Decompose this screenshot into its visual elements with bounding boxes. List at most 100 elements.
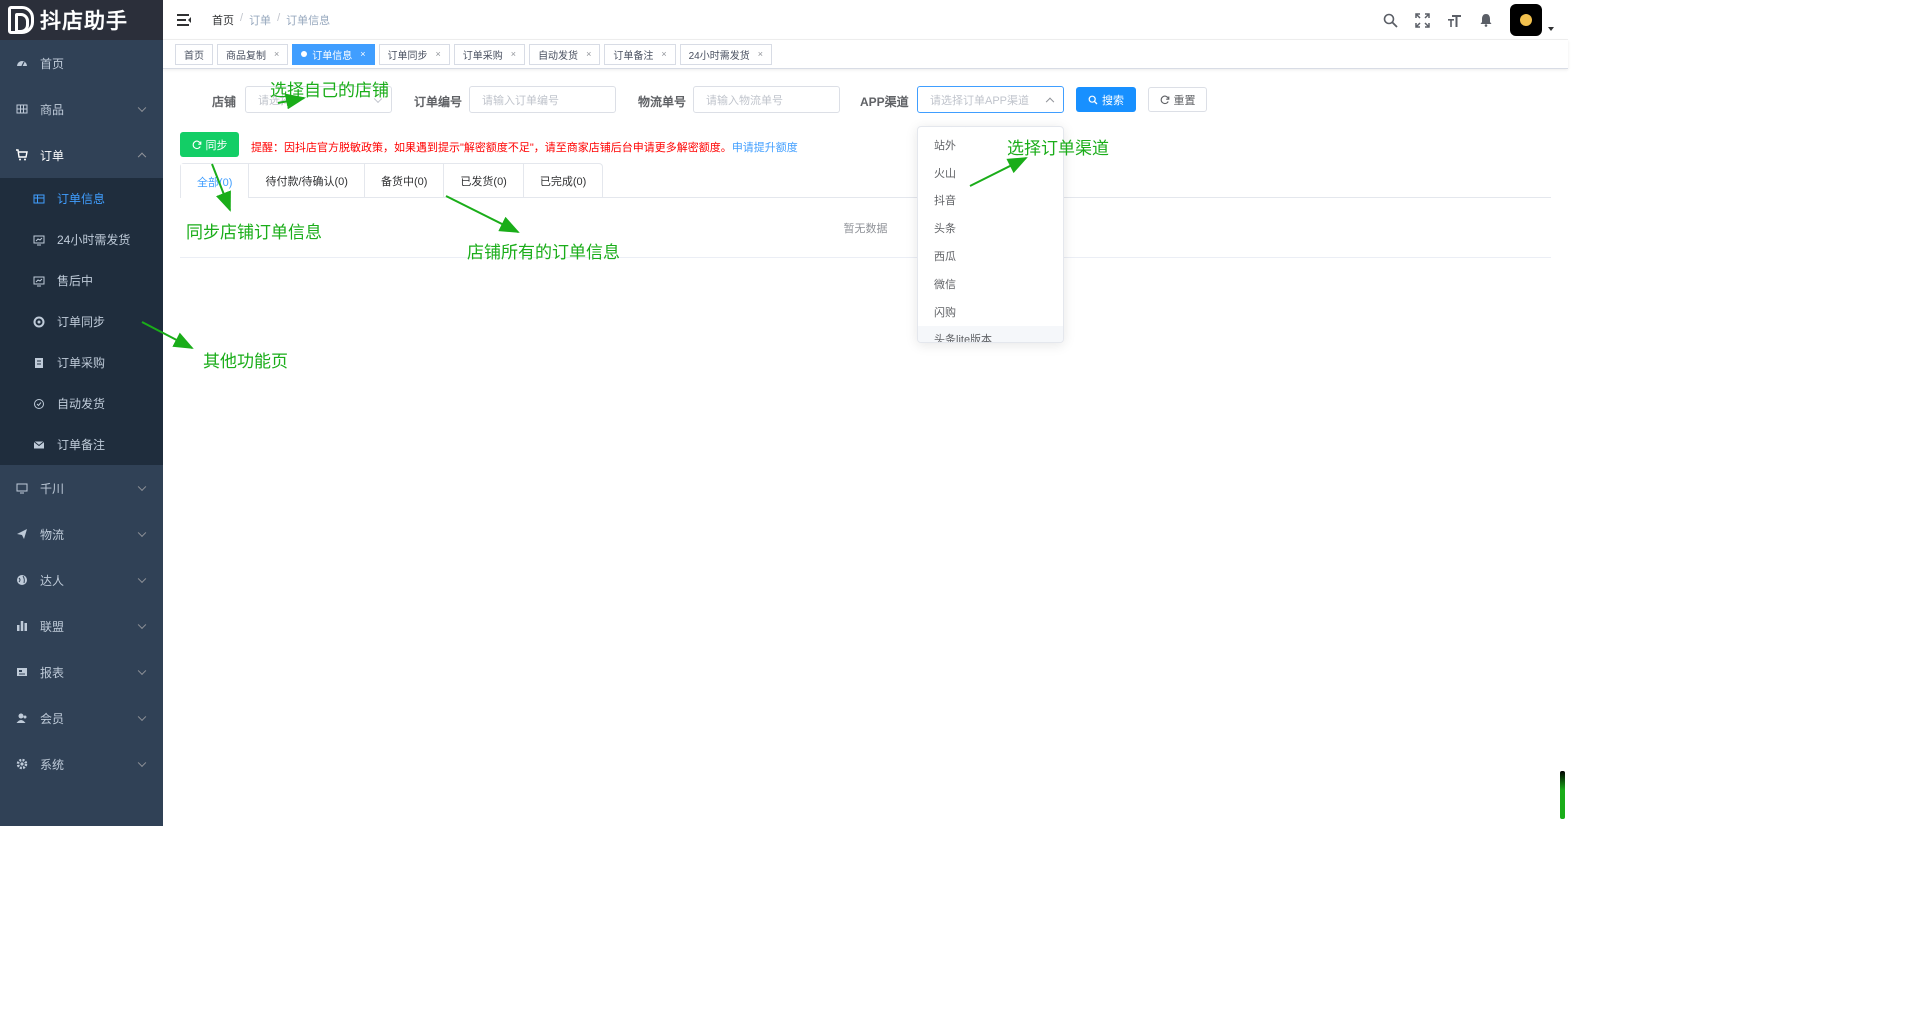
font-size-icon[interactable]: [1446, 12, 1462, 28]
sidebar-item-system[interactable]: 系统: [0, 741, 163, 787]
channel-option[interactable]: 西瓜: [918, 242, 1063, 270]
close-icon[interactable]: ×: [758, 49, 763, 59]
tag-24h-ship[interactable]: 24小时需发货 ×: [679, 43, 772, 65]
sidebar-item-logistics[interactable]: 物流: [0, 511, 163, 557]
tab-all[interactable]: 全部(0): [181, 164, 249, 199]
tag-label: 24小时需发货: [688, 50, 750, 62]
tab-pending-payment[interactable]: 待付款/待确认(0): [248, 164, 364, 198]
logo-text: 抖店助手: [40, 10, 128, 33]
sidebar-subitem-order-notes[interactable]: 订单备注: [0, 424, 163, 465]
chevron-down-icon: [137, 528, 147, 538]
sidebar-subitem-24h-ship[interactable]: 24小时需发货: [0, 219, 163, 260]
tag-auto-ship[interactable]: 自动发货 ×: [529, 43, 601, 65]
cart-icon: [16, 149, 28, 161]
app-channel-select[interactable]: 请选择订单APP渠道: [917, 86, 1064, 113]
sidebar-subitem-order-sync[interactable]: 订单同步: [0, 301, 163, 342]
channel-option[interactable]: 头条: [918, 214, 1063, 242]
close-icon[interactable]: ×: [586, 49, 591, 59]
sidebar-item-label: 订单: [40, 148, 65, 163]
breadcrumb-home[interactable]: 首页: [212, 12, 234, 28]
globe-icon: [16, 574, 28, 586]
chevron-down-icon: [137, 620, 147, 630]
sidebar-item-label: 商品: [40, 102, 65, 117]
sidebar-item-reports[interactable]: 报表: [0, 649, 163, 695]
sidebar-subitem-order-info[interactable]: 订单信息: [0, 178, 163, 219]
sync-button[interactable]: 同步: [180, 132, 239, 157]
sync-button-label: 同步: [205, 139, 228, 152]
table-icon: [33, 193, 45, 205]
tag-label: 订单采购: [462, 50, 503, 62]
close-icon[interactable]: ×: [360, 49, 365, 59]
clock-icon: [33, 398, 45, 410]
close-icon[interactable]: ×: [661, 49, 666, 59]
sidebar-item-label: 24小时需发货: [57, 233, 131, 247]
bell-icon[interactable]: [1478, 12, 1494, 28]
reset-button[interactable]: 重置: [1148, 87, 1207, 112]
sidebar: 抖店助手 首页 商品 订单 订单信息 24小时需发货 售后中 订单同步 订单采购…: [0, 0, 163, 826]
channel-option[interactable]: 火山: [918, 159, 1063, 187]
sync-icon: [33, 316, 45, 328]
tab-completed[interactable]: 已完成(0): [522, 164, 602, 198]
app-channel-placeholder: 请选择订单APP渠道: [930, 94, 1030, 107]
tag-label: 订单备注: [613, 50, 654, 62]
sidebar-item-label: 订单同步: [57, 315, 106, 329]
annotation-sync-info: 同步店铺订单信息: [186, 223, 322, 242]
sidebar-item-label: 报表: [40, 665, 65, 680]
channel-option[interactable]: 微信: [918, 270, 1063, 298]
sidebar-subitem-auto-ship[interactable]: 自动发货: [0, 383, 163, 424]
sidebar-item-alliance[interactable]: 联盟: [0, 603, 163, 649]
channel-option[interactable]: 头条lite版本: [918, 325, 1063, 342]
sidebar-item-qianchuan[interactable]: 千川: [0, 465, 163, 511]
logistics-no-input[interactable]: 请输入物流单号: [693, 86, 840, 113]
tag-home[interactable]: 首页: [175, 43, 213, 65]
chevron-up-icon: [1045, 97, 1055, 106]
close-icon[interactable]: ×: [511, 49, 516, 59]
sidebar-item-label: 订单备注: [57, 438, 106, 452]
send-icon: [16, 528, 28, 540]
sidebar-item-label: 物流: [40, 527, 65, 542]
sidebar-item-members[interactable]: 会员: [0, 695, 163, 741]
search-icon[interactable]: [1382, 12, 1398, 28]
avatar[interactable]: [1510, 4, 1542, 36]
tag-order-notes[interactable]: 订单备注 ×: [604, 43, 676, 65]
logistics-no-label: 物流单号: [638, 95, 687, 109]
annotation-arrows: [141, 93, 1028, 349]
sidebar-item-home[interactable]: 首页: [0, 40, 163, 86]
tag-label: 商品复制: [226, 50, 266, 62]
sidebar-subitem-after-sale[interactable]: 售后中: [0, 260, 163, 301]
logo[interactable]: 抖店助手: [0, 0, 163, 40]
breadcrumb: 首页 / 订单 / 订单信息: [212, 12, 330, 28]
close-icon[interactable]: ×: [274, 49, 279, 59]
hamburger-icon[interactable]: [177, 13, 191, 26]
sidebar-item-label: 千川: [40, 481, 65, 496]
scrollbar-thumb[interactable]: [1560, 771, 1565, 819]
caret-down-icon[interactable]: [1548, 27, 1554, 31]
tag-order-purchase[interactable]: 订单采购 ×: [453, 43, 526, 65]
user-icon: [16, 712, 28, 724]
tag-order-info[interactable]: 订单信息 ×: [292, 43, 375, 65]
close-icon[interactable]: ×: [436, 49, 441, 59]
sidebar-item-label: 售后中: [57, 274, 94, 288]
channel-option[interactable]: 抖音: [918, 187, 1063, 215]
tag-order-sync[interactable]: 订单同步 ×: [378, 43, 450, 65]
fullscreen-icon[interactable]: [1414, 12, 1430, 28]
tab-preparing[interactable]: 备货中(0): [363, 164, 443, 198]
tag-product-copy[interactable]: 商品复制 ×: [217, 43, 289, 65]
bar-chart-icon: [16, 620, 28, 632]
sidebar-subitem-order-purchase[interactable]: 订单采购: [0, 342, 163, 383]
sidebar-item-orders[interactable]: 订单: [0, 132, 163, 178]
tab-shipped[interactable]: 已发货(0): [443, 164, 522, 198]
sidebar-item-products[interactable]: 商品: [0, 86, 163, 132]
channel-option[interactable]: 闪购: [918, 298, 1063, 326]
sidebar-item-label: 会员: [40, 711, 65, 726]
increase-quota-link[interactable]: 申请提升额度: [732, 142, 798, 154]
breadcrumb-separator: /: [240, 11, 244, 24]
breadcrumb-current: 订单信息: [286, 14, 331, 27]
order-no-placeholder: 请输入订单编号: [482, 94, 559, 107]
sidebar-item-influencer[interactable]: 达人: [0, 557, 163, 603]
search-button[interactable]: 搜索: [1076, 87, 1136, 112]
monitor-icon: [33, 275, 45, 287]
tag-label: 订单信息: [312, 50, 353, 62]
purchase-icon: [33, 357, 45, 369]
order-no-input[interactable]: 请输入订单编号: [469, 86, 616, 113]
